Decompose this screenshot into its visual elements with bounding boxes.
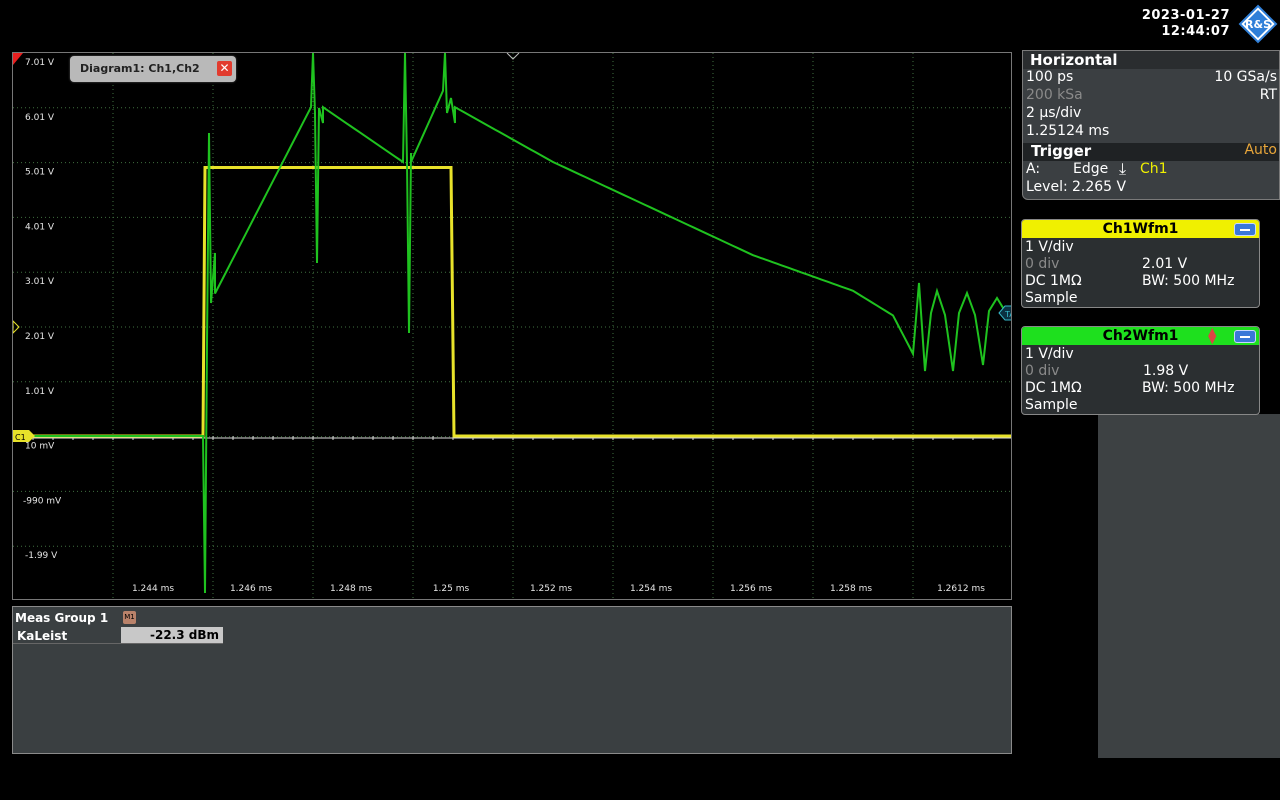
trigger-title: Trigger — [1031, 142, 1092, 160]
reorder-arrows-icon[interactable]: ▲ ▼ — [1208, 326, 1216, 345]
x-axis-label: 1.246 ms — [230, 584, 272, 594]
minimize-icon[interactable] — [1234, 330, 1256, 343]
ch1-offset: 2.01 V — [1142, 256, 1188, 272]
x-axis-label: 1.258 ms — [830, 584, 872, 594]
meas-name: KaLeist — [17, 629, 68, 643]
y-axis-label: -1.99 V — [25, 551, 58, 561]
meas-group-title: Meas Group 1 — [15, 611, 109, 625]
waveform-plot[interactable]: 7.01 V 6.01 V 5.01 V 4.01 V 3.01 V 2.01 V 1.01… — [13, 53, 1012, 600]
trigger-type: Edge — [1073, 161, 1109, 177]
ch1-scale: 1 V/div — [1025, 239, 1074, 255]
horizontal-time-scale: 2 µs/div — [1026, 105, 1082, 121]
logo-text: R&S — [1245, 18, 1271, 31]
trigger-level-label: Level: — [1026, 179, 1068, 195]
x-axis-label: 1.252 ms — [530, 584, 572, 594]
y-axis-label: 3.01 V — [25, 277, 55, 287]
horizontal-title: Horizontal — [1030, 51, 1118, 69]
ch1-position: 0 div — [1025, 256, 1060, 272]
divider — [13, 643, 223, 644]
y-axis-label: 10 mV — [25, 442, 55, 452]
x-axis-label: 1.25 ms — [433, 584, 470, 594]
trigger-level: 2.265 V — [1072, 179, 1127, 195]
trigger-marker-label: TA — [1004, 310, 1012, 319]
meas-value[interactable]: -22.3 dBm — [121, 627, 223, 643]
date-text: 2023-01-27 — [1141, 8, 1230, 23]
meas-badge: M1 — [123, 611, 136, 624]
diagram-tab[interactable]: Diagram1: Ch1,Ch2 ✕ — [70, 56, 236, 82]
time-text: 12:44:07 — [1161, 24, 1230, 39]
ch1-offset-marker: C1 — [13, 430, 35, 442]
ch1-bandwidth: BW: 500 MHz — [1142, 273, 1235, 289]
x-axis-label: 1.254 ms — [630, 584, 672, 594]
x-axis-label: 1.248 ms — [330, 584, 372, 594]
ch1-title: Ch1Wfm1 — [1022, 220, 1259, 238]
ch2-coupling: DC 1MΩ — [1025, 380, 1082, 396]
ch2-position: 0 div — [1025, 363, 1060, 379]
ch1-coupling: DC 1MΩ — [1025, 273, 1082, 289]
datetime: 2023-01-27 12:44:07 — [1110, 8, 1230, 40]
waveform-diagram[interactable]: 7.01 V 6.01 V 5.01 V 4.01 V 3.01 V 2.01 V 1.01… — [12, 52, 1012, 600]
trigger-mode: Auto — [1244, 142, 1277, 158]
ch2-bandwidth: BW: 500 MHz — [1142, 380, 1235, 396]
ch1-acquisition: Sample — [1025, 290, 1078, 306]
horizontal-mode: RT — [1259, 87, 1277, 103]
ch1-marker-label: C1 — [15, 433, 26, 442]
x-axis-label: 1.244 ms — [132, 584, 174, 594]
right-panel-background — [1098, 414, 1280, 758]
horizontal-sample-rate: 10 GSa/s — [1214, 69, 1277, 85]
measurement-panel[interactable]: Meas Group 1 M1 KaLeist -22.3 dBm — [12, 606, 1012, 754]
minimize-icon[interactable] — [1234, 223, 1256, 236]
y-axis-label: 7.01 V — [25, 58, 55, 68]
x-axis-label: 1.2612 ms — [937, 584, 985, 594]
x-axis-label: 1.256 ms — [730, 584, 772, 594]
trigger-source: Ch1 — [1140, 161, 1168, 177]
y-axis-label: 1.01 V — [25, 387, 55, 397]
horizontal-record-length: 200 kSa — [1026, 87, 1083, 103]
y-axis-label: 6.01 V — [25, 113, 55, 123]
y-axis-label: 4.01 V — [25, 222, 55, 232]
ch1-panel[interactable]: Ch1Wfm1 1 V/div 0 div 2.01 V DC 1MΩ BW: … — [1021, 219, 1260, 308]
horizontal-position: 1.25124 ms — [1026, 123, 1110, 139]
trigger-label-a: A: — [1026, 161, 1041, 177]
y-axis-label: -990 mV — [23, 496, 62, 506]
horizontal-resolution: 100 ps — [1026, 69, 1074, 85]
falling-edge-icon: ⤓ — [1119, 159, 1127, 178]
trigger-marker: TA — [998, 305, 1012, 321]
y-axis-label: 2.01 V — [25, 332, 55, 342]
ch2-scale: 1 V/div — [1025, 346, 1074, 362]
rs-logo: R&S — [1238, 4, 1278, 44]
y-axis-label: 5.01 V — [25, 168, 55, 178]
diagram-tab-label: Diagram1: Ch1,Ch2 — [80, 62, 200, 75]
ch2-offset: 1.98 V — [1143, 363, 1189, 379]
ch2-acquisition: Sample — [1025, 397, 1078, 413]
diagram-corner-marker — [13, 53, 23, 65]
ch2-title: Ch2Wfm1 — [1022, 327, 1259, 345]
close-icon[interactable]: ✕ — [217, 61, 232, 76]
ch2-panel[interactable]: Ch2Wfm1 ▲ ▼ 1 V/div 0 div 1.98 V DC 1MΩ B… — [1021, 326, 1260, 415]
horizontal-panel[interactable]: Horizontal 100 ps 10 GSa/s 200 kSa RT 2 … — [1022, 50, 1280, 200]
